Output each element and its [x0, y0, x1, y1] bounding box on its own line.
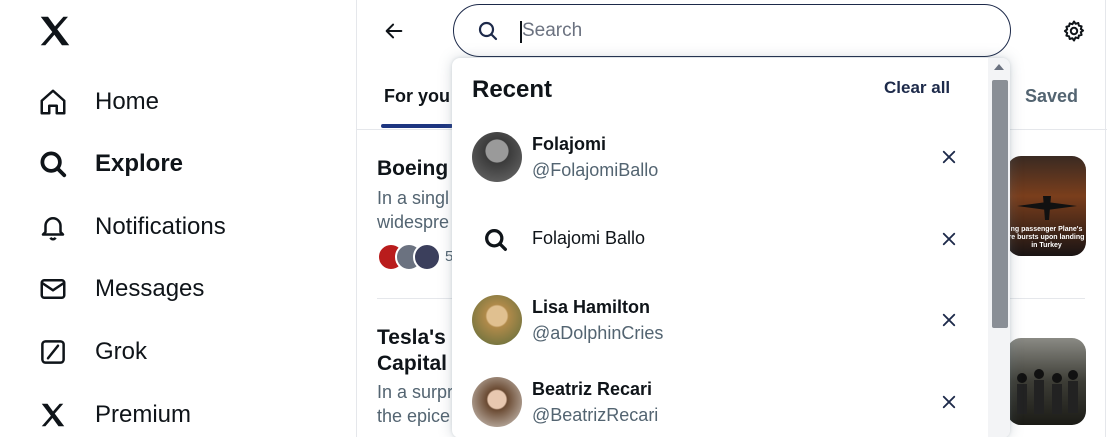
nav-notifications-label: Notifications	[95, 213, 226, 240]
remove-recent-button[interactable]	[936, 144, 962, 170]
recent-user-item[interactable]: Folajomi @FolajomiBallo	[452, 116, 988, 198]
nav-messages[interactable]: Messages	[36, 264, 204, 314]
search-input[interactable]	[522, 15, 982, 47]
search-icon	[36, 147, 70, 181]
query-text: Folajomi Ballo	[532, 228, 646, 248]
active-tab-indicator	[381, 124, 453, 128]
tab-saved[interactable]: Saved	[1025, 86, 1078, 107]
story-description: In a surpr	[377, 382, 454, 402]
search-bar[interactable]	[453, 4, 1011, 57]
recent-searches-dropdown: Recent Clear all Folajomi @FolajomiBallo…	[452, 58, 1010, 437]
remove-recent-button[interactable]	[936, 389, 962, 415]
x-logo-icon[interactable]	[36, 12, 74, 50]
trending-story[interactable]: Boeing In a singl widespre	[377, 156, 449, 234]
nav-grok[interactable]: Grok	[36, 327, 147, 377]
home-icon	[36, 85, 70, 119]
story-title: Tesla's	[377, 326, 446, 349]
story-avatars	[377, 242, 441, 272]
envelope-icon	[36, 272, 70, 306]
user-name: Beatriz Recari	[532, 379, 653, 399]
search-icon	[482, 226, 510, 254]
story-title: Boeing	[377, 157, 449, 180]
nav-home[interactable]: Home	[36, 77, 159, 127]
nav-premium-label: Premium	[95, 401, 192, 428]
recent-user-item[interactable]: Beatriz Recari @BeatrizRecari	[452, 361, 988, 437]
avatar	[472, 132, 522, 182]
tab-for-you[interactable]: For you	[384, 86, 450, 107]
recent-heading: Recent	[472, 76, 553, 103]
avatar	[472, 377, 522, 427]
trending-story[interactable]: Tesla's Capital In a surpr the epice	[377, 325, 453, 428]
settings-button[interactable]	[1057, 14, 1091, 48]
avatar	[413, 243, 441, 271]
story-description: the epice	[377, 406, 451, 426]
recent-user-item[interactable]: Lisa Hamilton @aDolphinCries	[452, 279, 988, 361]
scroll-thumb[interactable]	[992, 80, 1008, 328]
thumbnail-caption: ng passenger Plane's re bursts upon land…	[1008, 226, 1085, 249]
user-handle: @FolajomiBallo	[532, 160, 659, 180]
x-logo-icon	[36, 398, 70, 432]
grok-icon	[36, 335, 70, 369]
nav-explore-label: Explore	[95, 150, 184, 177]
nav-grok-label: Grok	[95, 338, 148, 365]
user-name: Folajomi	[532, 134, 607, 154]
clear-all-button[interactable]: Clear all	[884, 78, 950, 98]
recent-query-item[interactable]: Folajomi Ballo	[452, 198, 988, 280]
remove-recent-button[interactable]	[936, 226, 962, 252]
back-button[interactable]	[377, 14, 411, 48]
nav-home-label: Home	[95, 88, 160, 115]
nav-explore[interactable]: Explore	[36, 139, 183, 189]
nav-premium[interactable]: Premium	[36, 390, 191, 437]
avatar	[472, 295, 522, 345]
scroll-up-arrow-icon[interactable]	[994, 64, 1004, 70]
story-thumbnail[interactable]: ng passenger Plane's re bursts upon land…	[1007, 156, 1086, 256]
user-name: Lisa Hamilton	[532, 297, 651, 317]
story-description: In a singl	[377, 188, 450, 208]
left-navigation: Home Explore Notifications Messages Grok…	[0, 0, 356, 437]
story-description: widespre	[377, 212, 450, 232]
search-icon	[476, 19, 500, 43]
user-handle: @aDolphinCries	[532, 323, 664, 343]
dropdown-scrollbar[interactable]	[988, 58, 1010, 437]
user-handle: @BeatrizRecari	[532, 405, 659, 425]
story-title: Capital	[377, 352, 448, 375]
bell-icon	[36, 210, 70, 244]
nav-messages-label: Messages	[95, 275, 205, 302]
remove-recent-button[interactable]	[936, 307, 962, 333]
nav-notifications[interactable]: Notifications	[36, 202, 226, 252]
story-thumbnail[interactable]	[1007, 338, 1086, 425]
